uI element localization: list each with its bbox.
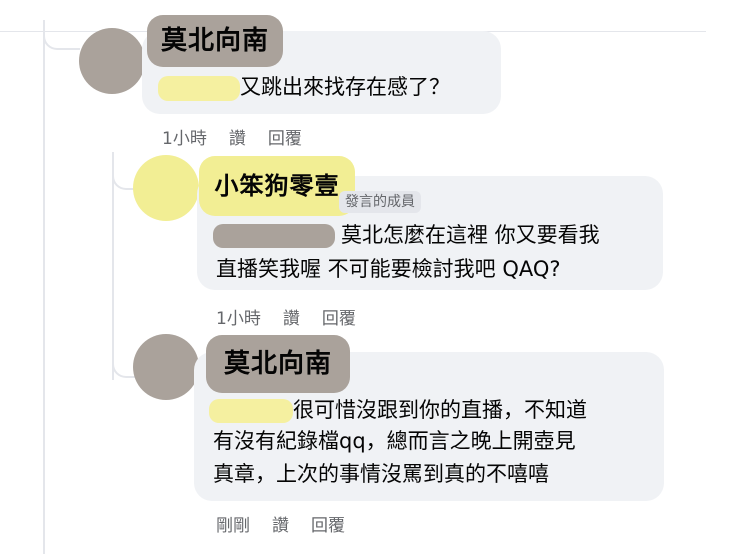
- reply-button[interactable]: 回覆: [311, 516, 345, 536]
- comment-text: 有沒有紀錄檔qq，總而言之晚上開壺見: [213, 429, 576, 453]
- avatar[interactable]: [133, 155, 199, 221]
- reply-connector: [112, 340, 136, 378]
- comment-text-line: 很可惜沒跟到你的直播，不知道: [209, 393, 587, 427]
- comment-text-line: 有沒有紀錄檔qq，總而言之晚上開壺見: [213, 424, 576, 458]
- member-badge: 發言的成員: [339, 191, 421, 213]
- comment-text: 又跳出來找存在感了？: [240, 75, 450, 99]
- like-button[interactable]: 讚: [229, 129, 246, 149]
- author-name[interactable]: 莫北向南: [206, 335, 350, 393]
- comment-timestamp[interactable]: 1小時: [216, 309, 261, 329]
- avatar[interactable]: [79, 28, 145, 94]
- author-name[interactable]: 小笨狗零壹: [199, 156, 355, 216]
- avatar[interactable]: [133, 334, 199, 400]
- comment-text: 莫北怎麼在這裡 你又要看我: [341, 223, 600, 247]
- redacted-mention: [213, 224, 335, 248]
- comment-text-line: 真章，上次的事情沒罵到真的不嘻嘻: [213, 457, 549, 491]
- reply-button[interactable]: 回覆: [268, 129, 302, 149]
- comment-text-line: 直播笑我喔 不可能要檢討我吧 QAQ?: [216, 252, 561, 286]
- author-name[interactable]: 莫北向南: [147, 15, 283, 67]
- redacted-mention: [158, 75, 240, 101]
- comment-meta: 1小時 讚 回覆: [162, 124, 324, 149]
- comment-meta: 1小時 讚 回覆: [216, 304, 378, 329]
- thread-connector: [43, 20, 80, 50]
- comment-meta: 剛剛 讚 回覆: [216, 511, 367, 536]
- comment-text-line: 又跳出來找存在感了？: [158, 70, 450, 104]
- like-button[interactable]: 讚: [283, 309, 300, 329]
- comment-text-line: 莫北怎麼在這裡 你又要看我: [213, 218, 600, 252]
- comment-timestamp[interactable]: 剛剛: [216, 516, 250, 536]
- reply-button[interactable]: 回覆: [322, 309, 356, 329]
- comment-timestamp[interactable]: 1小時: [162, 129, 207, 149]
- like-button[interactable]: 讚: [272, 516, 289, 536]
- comment-text: 直播笑我喔 不可能要檢討我吧 QAQ?: [216, 257, 561, 281]
- comment-text: 很可惜沒跟到你的直播，不知道: [293, 398, 587, 422]
- thread-line: [43, 32, 45, 554]
- comment-text: 真章，上次的事情沒罵到真的不嘻嘻: [213, 462, 549, 486]
- redacted-mention: [209, 399, 293, 423]
